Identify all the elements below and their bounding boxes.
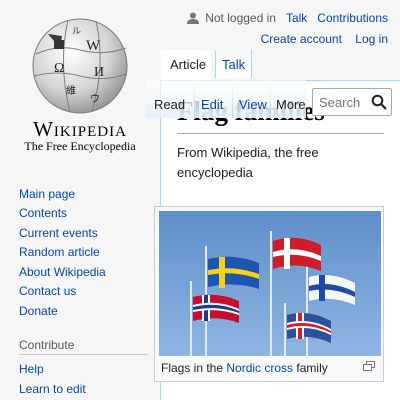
- svg-text:Ω: Ω: [54, 61, 64, 76]
- tab-divider: [194, 86, 195, 118]
- wikipedia-tagline: The Free Encyclopedia: [24, 139, 136, 153]
- heading-divider: [177, 133, 384, 134]
- caption-prefix: Flags in the: [161, 361, 227, 375]
- thumbnail-caption: Flags in the Nordic cross family: [161, 361, 328, 375]
- user-icon: [187, 12, 200, 24]
- account-links: Create account Log in: [261, 32, 388, 46]
- svg-text:ル: ル: [72, 27, 81, 37]
- tab-edit[interactable]: Edit: [201, 97, 223, 112]
- tab-article[interactable]: Article: [170, 57, 206, 72]
- tab-divider: [232, 86, 233, 118]
- tab-view-history[interactable]: View: [239, 97, 267, 112]
- site-sub: From Wikipedia, the free encyclopedia: [177, 145, 319, 180]
- wikipedia-globe-icon: W Ω И 維 ウ ル: [32, 18, 128, 114]
- sidebar-item-help[interactable]: Help: [19, 362, 44, 376]
- sidebar-item-donate[interactable]: Donate: [19, 304, 58, 318]
- create-account-link[interactable]: Create account: [261, 32, 342, 46]
- sidebar-item-about-wikipedia[interactable]: About Wikipedia: [19, 265, 106, 279]
- tab-read[interactable]: Read: [154, 97, 185, 112]
- wikipedia-logo[interactable]: W Ω И 維 ウ ル Wikipedia The Free Encyclope…: [0, 0, 160, 160]
- svg-text:ウ: ウ: [90, 93, 100, 105]
- sidebar-item-random-article[interactable]: Random article: [19, 245, 100, 259]
- sidebar-item-contents[interactable]: Contents: [19, 206, 67, 220]
- sidebar-item-learn-to-edit[interactable]: Learn to edit: [19, 382, 86, 396]
- nordic-flags-image[interactable]: [159, 211, 381, 356]
- not-logged-in-label: Not logged in: [205, 11, 276, 25]
- tab-divider: [270, 86, 271, 118]
- sidebar-item-contact-us[interactable]: Contact us: [19, 284, 76, 298]
- sidebar-item-main-page[interactable]: Main page: [19, 187, 75, 201]
- tab-talk[interactable]: Talk: [222, 57, 245, 72]
- svg-text:維: 維: [66, 84, 76, 97]
- svg-text:И: И: [94, 65, 104, 80]
- log-in-link[interactable]: Log in: [355, 32, 388, 46]
- enlarge-icon[interactable]: [363, 361, 375, 371]
- user-talk-link[interactable]: Talk: [286, 11, 307, 25]
- contribute-heading: Contribute: [19, 338, 75, 352]
- svg-text:W: W: [86, 38, 101, 54]
- personal-tools: Not logged in Talk Contributions: [187, 11, 388, 25]
- thumbnail-frame: Flags in the Nordic cross family: [154, 206, 384, 382]
- search-box: [312, 88, 392, 116]
- search-icon[interactable]: [371, 94, 387, 110]
- search-input[interactable]: [313, 89, 369, 115]
- caption-suffix: family: [293, 361, 328, 375]
- contribute-divider: [19, 354, 148, 355]
- contributions-link[interactable]: Contributions: [317, 11, 388, 25]
- sidebar-item-current-events[interactable]: Current events: [19, 226, 98, 240]
- nordic-cross-link[interactable]: Nordic cross: [226, 361, 293, 375]
- tab-more[interactable]: More: [276, 97, 306, 112]
